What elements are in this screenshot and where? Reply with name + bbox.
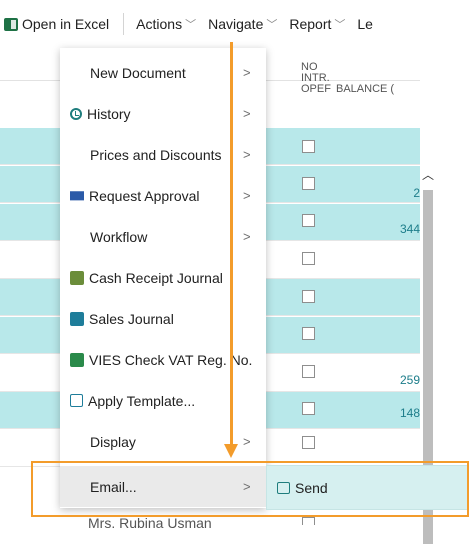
action-bar: Open in Excel Actions ﹀ Navigate ﹀ Repor… [0, 0, 474, 48]
chevron-right-icon: > [243, 147, 251, 162]
balance-value: 259 [399, 373, 420, 387]
menu-item-label: Cash Receipt Journal [89, 269, 223, 286]
menu-item-new-document[interactable]: New Document > [60, 52, 266, 93]
report-label: Report [289, 16, 332, 32]
menu-item-label: Request Approval [89, 187, 200, 204]
actions-menu-button[interactable]: Actions ﹀ [130, 0, 202, 48]
menu-item-request-approval[interactable]: Request Approval > [60, 175, 266, 216]
chevron-down-icon: ﹀ [266, 19, 278, 31]
no-intra-checkbox[interactable] [302, 517, 315, 525]
menu-item-history[interactable]: History > [60, 93, 266, 134]
action-bar-divider [123, 13, 125, 35]
more-menu-button[interactable]: Le [351, 0, 379, 48]
annotation-highlight-box [31, 461, 469, 517]
excel-icon [4, 17, 18, 31]
annotation-arrow-head [224, 444, 238, 458]
navigate-menu-button[interactable]: Navigate ﹀ [202, 0, 283, 48]
menu-item-label: VIES Check VAT Reg. No. [89, 351, 253, 368]
cash-receipt-journal-icon [70, 270, 84, 285]
no-intra-checkbox[interactable] [302, 140, 315, 153]
menu-item-workflow[interactable]: Workflow > [60, 216, 266, 257]
scroll-up-icon[interactable]: ︿ [422, 166, 434, 183]
balance-value: 148 [399, 406, 420, 420]
column-header-balance[interactable]: BALANCE ( [336, 84, 394, 95]
apply-template-icon [70, 394, 83, 407]
menu-item-vies-check[interactable]: VIES Check VAT Reg. No. [60, 339, 266, 380]
app-root: Open in Excel Actions ﹀ Navigate ﹀ Repor… [0, 0, 474, 544]
truncated-menu-label: Le [357, 16, 373, 32]
no-intra-checkbox[interactable] [302, 402, 315, 415]
balance-value: 2 [413, 186, 420, 200]
column-header-no-intra[interactable]: NO INTR. OPEF [301, 62, 331, 95]
no-intra-checkbox[interactable] [302, 365, 315, 378]
no-intra-checkbox[interactable] [302, 436, 315, 449]
column-header-line: OPEF [301, 83, 331, 95]
actions-dropdown-menu: New Document > History > Prices and Disc… [60, 48, 266, 508]
no-intra-checkbox[interactable] [302, 214, 315, 227]
report-menu-button[interactable]: Report ﹀ [283, 0, 351, 48]
menu-item-sales-journal[interactable]: Sales Journal [60, 298, 266, 339]
menu-item-label: Workflow [90, 228, 148, 245]
menu-item-apply-template[interactable]: Apply Template... [60, 380, 266, 421]
actions-label: Actions [136, 16, 183, 32]
history-icon [70, 107, 82, 120]
annotation-arrow-line [230, 42, 233, 445]
no-intra-checkbox[interactable] [302, 327, 315, 340]
open-in-excel-button[interactable]: Open in Excel [0, 0, 115, 48]
chevron-right-icon: > [243, 188, 251, 203]
navigate-label: Navigate [208, 16, 264, 32]
chevron-right-icon: > [243, 434, 251, 449]
chevron-right-icon: > [243, 229, 251, 244]
balance-value: 344 [399, 222, 420, 236]
sales-journal-icon [70, 311, 84, 326]
menu-item-label: Apply Template... [88, 392, 196, 409]
menu-item-prices-and-discounts[interactable]: Prices and Discounts > [60, 134, 266, 175]
open-in-excel-label: Open in Excel [22, 16, 110, 32]
no-intra-checkbox[interactable] [302, 252, 315, 265]
menu-item-label: Display [90, 433, 136, 450]
chevron-down-icon: ﹀ [334, 19, 346, 31]
no-intra-checkbox[interactable] [302, 290, 315, 303]
vies-check-icon [70, 352, 84, 367]
menu-item-label: History [87, 105, 131, 122]
chevron-right-icon: > [243, 106, 251, 121]
no-intra-checkbox[interactable] [302, 177, 315, 190]
customer-name-cell[interactable]: Mrs. Rubina Usman [88, 515, 212, 531]
menu-item-label: Sales Journal [89, 310, 174, 327]
menu-item-cash-receipt-journal[interactable]: Cash Receipt Journal [60, 257, 266, 298]
chevron-right-icon: > [243, 65, 251, 80]
chevron-down-icon: ﹀ [185, 19, 197, 31]
menu-item-label: Prices and Discounts [90, 146, 222, 163]
menu-item-label: New Document [90, 64, 186, 81]
request-approval-icon [70, 191, 84, 201]
